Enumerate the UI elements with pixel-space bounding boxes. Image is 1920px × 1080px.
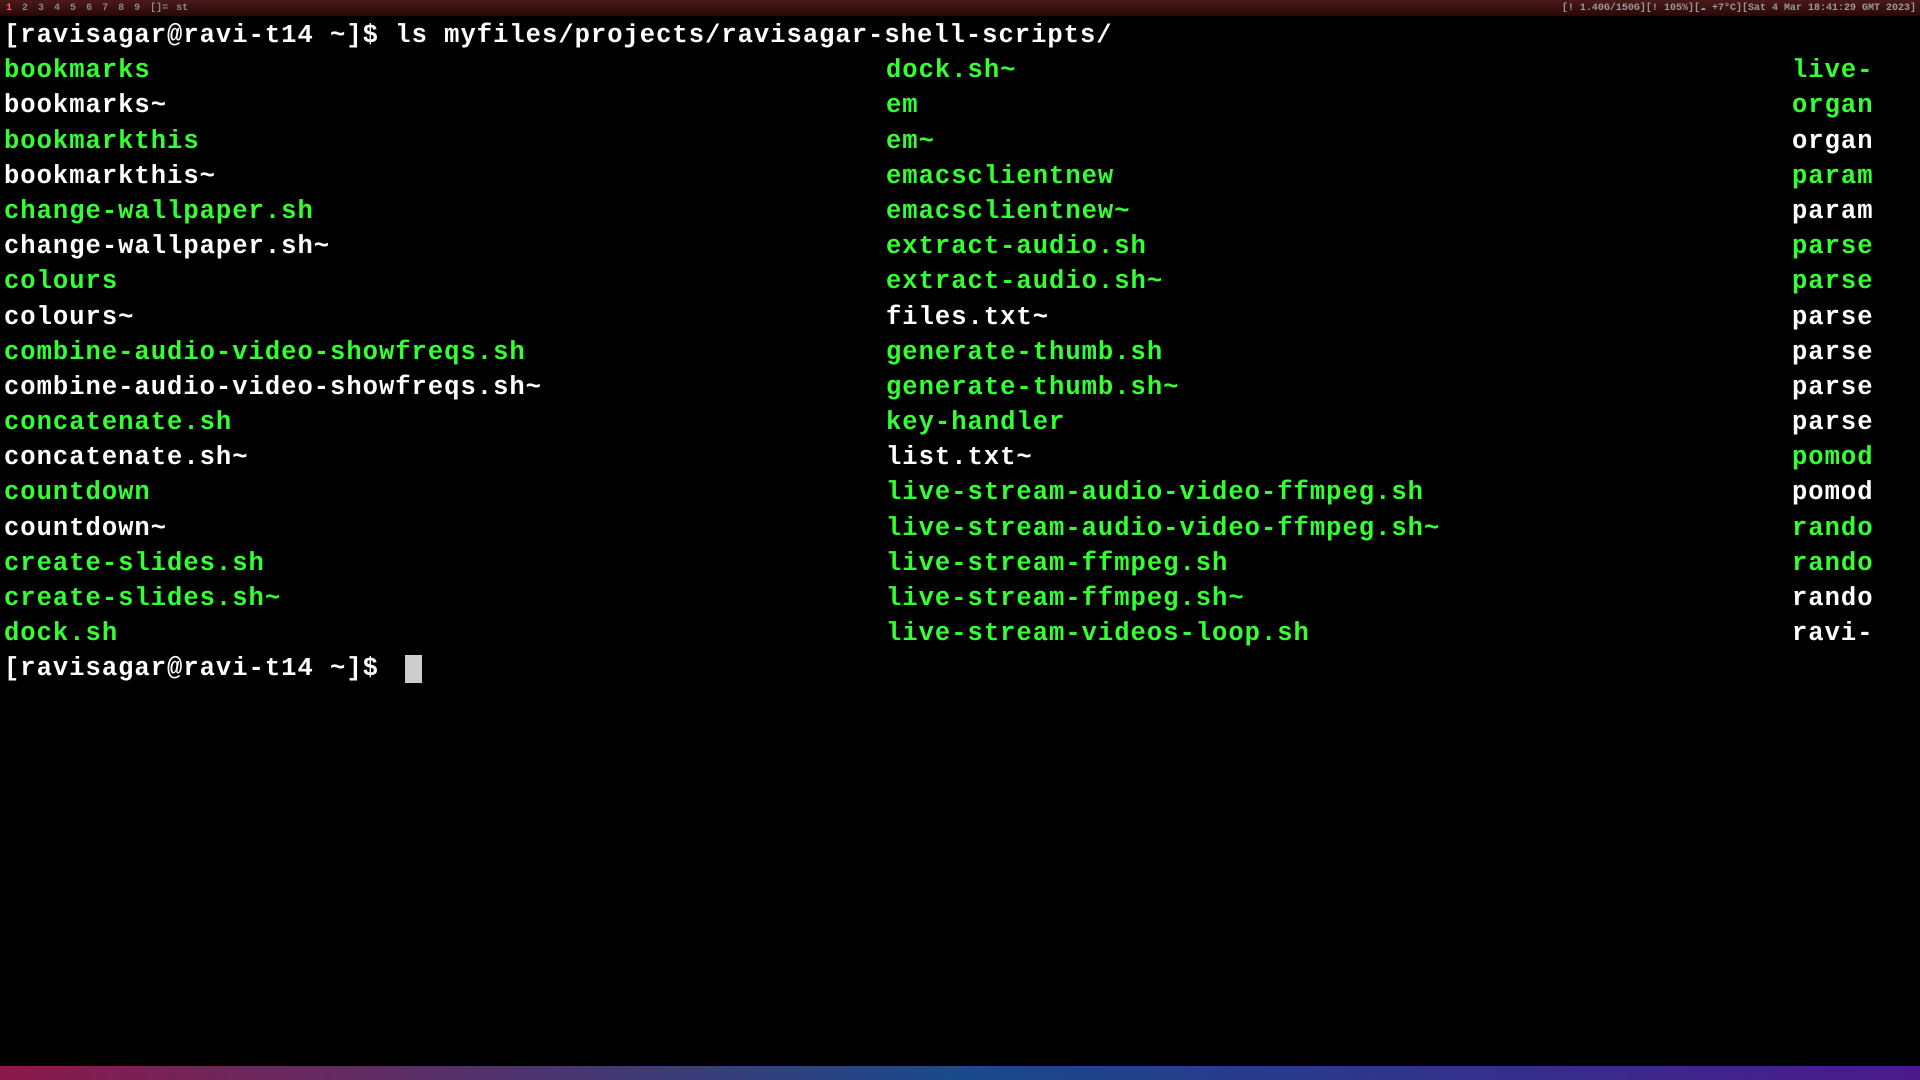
layout-indicator: []=: [150, 3, 168, 14]
file-entry: concatenate.sh: [4, 405, 886, 440]
workspace-4[interactable]: 4: [52, 3, 62, 14]
file-entry: parse: [1792, 370, 1916, 405]
file-entry: live-: [1792, 53, 1916, 88]
file-entry: param: [1792, 194, 1916, 229]
file-entry: parse: [1792, 229, 1916, 264]
file-entry: pomod: [1792, 440, 1916, 475]
window-manager-bar: 1 2 3 4 5 6 7 8 9 []= st [! 1.40G/150G][…: [0, 0, 1920, 16]
workspace-7[interactable]: 7: [100, 3, 110, 14]
file-entry: live-stream-audio-video-ffmpeg.sh~: [886, 511, 1792, 546]
file-entry: parse: [1792, 300, 1916, 335]
file-entry: extract-audio.sh~: [886, 264, 1792, 299]
ls-output: bookmarksbookmarks~bookmarkthisbookmarkt…: [4, 53, 1916, 651]
file-entry: change-wallpaper.sh~: [4, 229, 886, 264]
workspace-list: 1 2 3 4 5 6 7 8 9 []= st: [4, 3, 188, 14]
file-entry: dock.sh~: [886, 53, 1792, 88]
file-entry: rando: [1792, 581, 1916, 616]
workspace-1[interactable]: 1: [4, 3, 14, 14]
file-entry: em~: [886, 124, 1792, 159]
file-entry: list.txt~: [886, 440, 1792, 475]
file-entry: bookmarks~: [4, 88, 886, 123]
workspace-9[interactable]: 9: [132, 3, 142, 14]
file-entry: bookmarks: [4, 53, 886, 88]
typed-command: ls myfiles/projects/ravisagar-shell-scri…: [395, 21, 1112, 50]
workspace-2[interactable]: 2: [20, 3, 30, 14]
desktop-edge: [0, 1066, 1920, 1080]
workspace-8[interactable]: 8: [116, 3, 126, 14]
file-entry: live-stream-audio-video-ffmpeg.sh: [886, 475, 1792, 510]
file-entry: organ: [1792, 124, 1916, 159]
status-bar: [! 1.40G/150G][! 105%][☁ +7°C][Sat 4 Mar…: [1562, 2, 1916, 14]
file-entry: combine-audio-video-showfreqs.sh: [4, 335, 886, 370]
workspace-5[interactable]: 5: [68, 3, 78, 14]
file-entry: parse: [1792, 335, 1916, 370]
file-entry: bookmarkthis~: [4, 159, 886, 194]
file-entry: parse: [1792, 405, 1916, 440]
file-entry: ravi-: [1792, 616, 1916, 651]
file-entry: change-wallpaper.sh: [4, 194, 886, 229]
file-entry: countdown~: [4, 511, 886, 546]
file-entry: rando: [1792, 546, 1916, 581]
file-entry: parse: [1792, 264, 1916, 299]
file-entry: colours: [4, 264, 886, 299]
shell-prompt: [ravisagar@ravi-t14 ~]$: [4, 654, 395, 683]
file-entry: create-slides.sh~: [4, 581, 886, 616]
terminal-window[interactable]: [ravisagar@ravi-t14 ~]$ ls myfiles/proje…: [0, 16, 1920, 689]
file-entry: emacsclientnew: [886, 159, 1792, 194]
workspace-3[interactable]: 3: [36, 3, 46, 14]
file-entry: rando: [1792, 511, 1916, 546]
file-column-1: bookmarksbookmarks~bookmarkthisbookmarkt…: [4, 53, 886, 651]
command-line-1: [ravisagar@ravi-t14 ~]$ ls myfiles/proje…: [4, 18, 1916, 53]
file-entry: concatenate.sh~: [4, 440, 886, 475]
file-entry: em: [886, 88, 1792, 123]
file-entry: pomod: [1792, 475, 1916, 510]
file-entry: organ: [1792, 88, 1916, 123]
cursor-block: [405, 655, 422, 683]
file-entry: live-stream-ffmpeg.sh~: [886, 581, 1792, 616]
file-entry: param: [1792, 159, 1916, 194]
window-title: st: [176, 3, 188, 14]
file-entry: generate-thumb.sh: [886, 335, 1792, 370]
file-entry: extract-audio.sh: [886, 229, 1792, 264]
file-entry: files.txt~: [886, 300, 1792, 335]
file-entry: dock.sh: [4, 616, 886, 651]
command-line-2: [ravisagar@ravi-t14 ~]$: [4, 651, 1916, 686]
file-entry: key-handler: [886, 405, 1792, 440]
file-entry: live-stream-videos-loop.sh: [886, 616, 1792, 651]
file-entry: countdown: [4, 475, 886, 510]
file-entry: live-stream-ffmpeg.sh: [886, 546, 1792, 581]
file-entry: bookmarkthis: [4, 124, 886, 159]
workspace-6[interactable]: 6: [84, 3, 94, 14]
shell-prompt: [ravisagar@ravi-t14 ~]$: [4, 21, 395, 50]
file-entry: create-slides.sh: [4, 546, 886, 581]
file-entry: colours~: [4, 300, 886, 335]
file-column-2: dock.sh~emem~emacsclientnewemacsclientne…: [886, 53, 1792, 651]
status-text: [! 1.40G/150G][! 105%][☁ +7°C][Sat 4 Mar…: [1562, 2, 1916, 14]
file-entry: generate-thumb.sh~: [886, 370, 1792, 405]
file-entry: emacsclientnew~: [886, 194, 1792, 229]
file-column-3: live-organorganparamparamparseparseparse…: [1792, 53, 1916, 651]
file-entry: combine-audio-video-showfreqs.sh~: [4, 370, 886, 405]
